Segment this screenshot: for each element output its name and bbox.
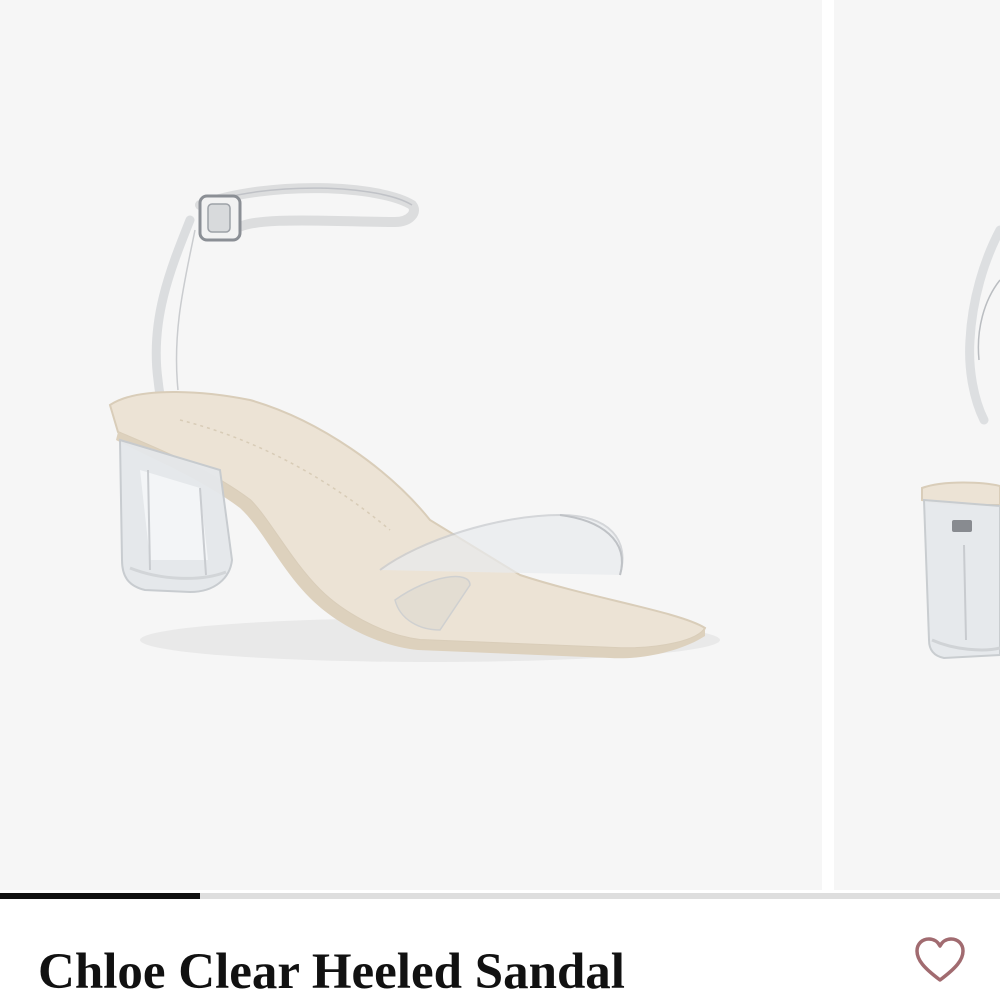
gallery-slide-main[interactable] (0, 0, 822, 890)
gallery-progress-indicator (0, 890, 1000, 902)
product-title: Chloe Clear Heeled Sandal (38, 944, 625, 1000)
heart-outline-icon (915, 937, 965, 982)
progress-fill (0, 893, 200, 899)
product-image-gallery[interactable] (0, 0, 1000, 890)
sandal-image-side (921, 225, 1000, 660)
product-title-row: Chloe Clear Heeled Sandal (0, 902, 1000, 1000)
sandal-image (108, 183, 720, 662)
gallery-slide-next[interactable] (834, 0, 1000, 890)
add-to-wishlist-button[interactable] (912, 934, 968, 986)
